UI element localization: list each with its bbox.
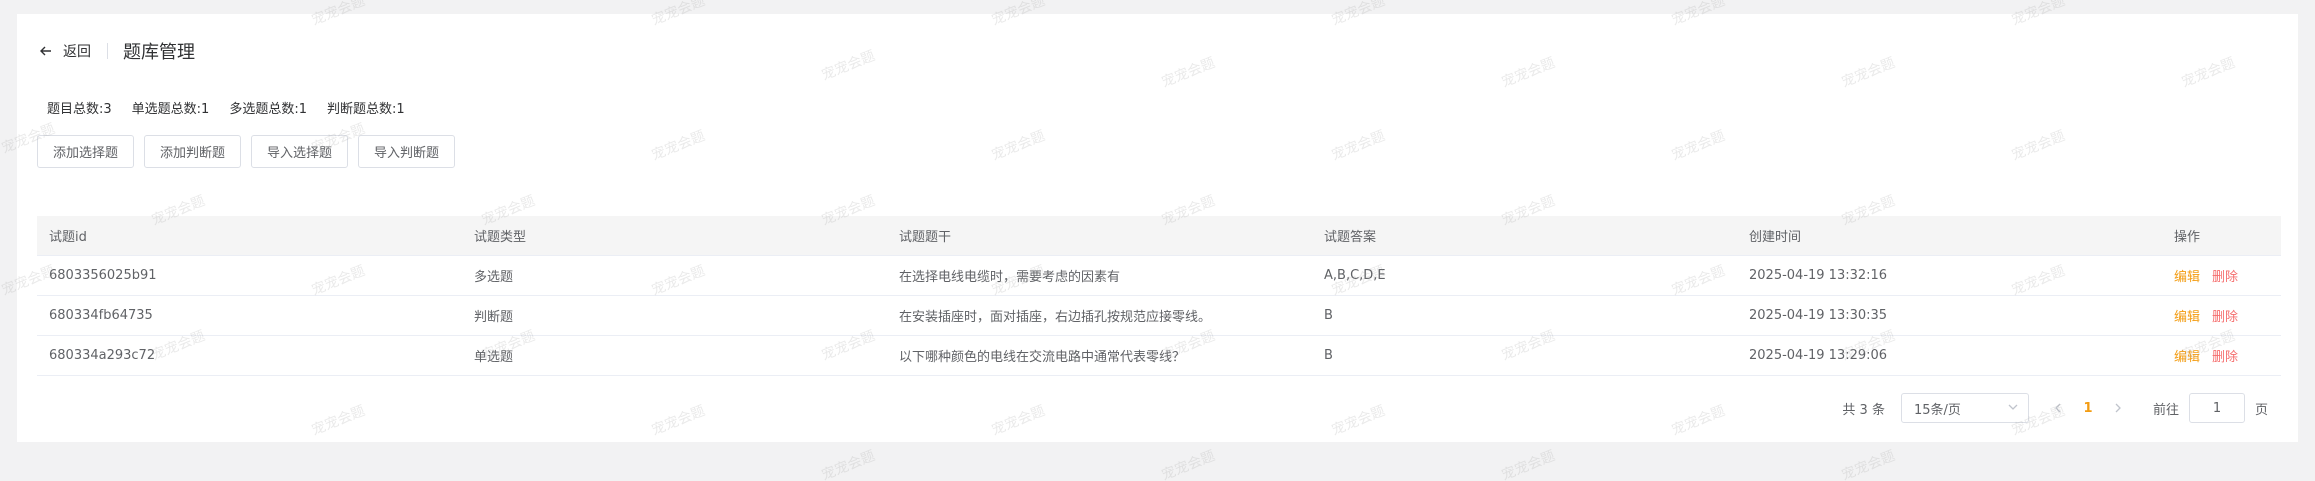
page-header: 返回 题库管理 bbox=[37, 34, 195, 68]
back-button[interactable]: 返回 bbox=[37, 41, 91, 61]
stat-total: 题目总数:3 bbox=[47, 102, 112, 117]
chevron-down-icon bbox=[2008, 401, 2018, 416]
delete-link[interactable]: 删除 bbox=[2212, 270, 2238, 285]
back-label: 返回 bbox=[63, 44, 91, 60]
cell-id: 680334fb64735 bbox=[49, 308, 153, 323]
chevron-left-icon bbox=[2055, 403, 2061, 413]
watermark: 宠宠会题 bbox=[819, 448, 878, 481]
cell-answer: B bbox=[1324, 348, 1333, 363]
stat-multi: 多选题总数:1 bbox=[229, 102, 307, 117]
main-card: 返回 题库管理 题目总数:3 单选题总数:1 多选题总数:1 判断题总数:1 添… bbox=[17, 14, 2298, 442]
chevron-right-icon bbox=[2115, 403, 2121, 413]
cell-type: 多选题 bbox=[474, 270, 514, 285]
goto-suffix: 页 bbox=[2254, 402, 2268, 418]
add-choice-button[interactable]: 添加选择题 bbox=[37, 135, 135, 168]
arrow-left-icon bbox=[37, 42, 55, 60]
column-header: 操作 bbox=[2174, 230, 2201, 245]
pagination-total: 共 3 条 bbox=[1842, 402, 1885, 418]
cell-created: 2025-04-19 13:30:35 bbox=[1749, 308, 1888, 323]
pagination: 共 3 条 15条/页 1 前往 页 bbox=[1842, 392, 2268, 424]
page-size-select[interactable]: 15条/页 bbox=[1900, 393, 2029, 423]
column-header: 创建时间 bbox=[1749, 230, 1802, 245]
cell-type: 判断题 bbox=[474, 310, 514, 325]
question-table: 试题id 试题类型 试题题干 试题答案 创建时间 操作 6803356025b9… bbox=[37, 216, 2281, 376]
cell-stem: 在选择电线电缆时，需要考虑的因素有 bbox=[899, 270, 1121, 285]
cell-actions: 编辑 删除 bbox=[2162, 266, 2281, 285]
cell-answer: A,B,C,D,E bbox=[1324, 268, 1386, 283]
cell-type: 单选题 bbox=[474, 350, 514, 365]
stat-judge: 判断题总数:1 bbox=[326, 102, 405, 117]
table-row: 6803356025b91 多选题 在选择电线电缆时，需要考虑的因素有 A,B,… bbox=[37, 256, 2281, 296]
stat-single: 单选题总数:1 bbox=[131, 102, 210, 117]
page-size-value: 15条/页 bbox=[1913, 402, 1961, 418]
prev-page-button[interactable] bbox=[2043, 393, 2073, 423]
watermark: 宠宠会题 bbox=[1159, 448, 1218, 481]
next-page-button[interactable] bbox=[2103, 393, 2133, 423]
watermark: 宠宠会题 bbox=[1499, 448, 1558, 481]
cell-stem: 在安装插座时，面对插座，右边插孔按规范应接零线。 bbox=[899, 310, 1212, 325]
delete-link[interactable]: 删除 bbox=[2212, 350, 2238, 365]
watermark: 宠宠会题 bbox=[1839, 448, 1898, 481]
delete-link[interactable]: 删除 bbox=[2212, 310, 2238, 325]
page-title: 题库管理 bbox=[123, 42, 195, 63]
cell-created: 2025-04-19 13:32:16 bbox=[1749, 268, 1888, 283]
edit-link[interactable]: 编辑 bbox=[2174, 350, 2200, 365]
header-divider bbox=[107, 43, 108, 59]
cell-stem: 以下哪种颜色的电线在交流电路中通常代表零线？ bbox=[899, 350, 1186, 365]
page-number-current[interactable]: 1 bbox=[2073, 401, 2103, 416]
table-row: 680334a293c72 单选题 以下哪种颜色的电线在交流电路中通常代表零线？… bbox=[37, 336, 2281, 376]
import-choice-button[interactable]: 导入选择题 bbox=[251, 135, 349, 168]
action-buttons: 添加选择题 添加判断题 导入选择题 导入判断题 bbox=[37, 135, 465, 168]
cell-answer: B bbox=[1324, 308, 1333, 323]
cell-id: 6803356025b91 bbox=[49, 268, 157, 283]
column-header: 试题类型 bbox=[474, 230, 527, 245]
column-header: 试题答案 bbox=[1324, 230, 1377, 245]
column-header: 试题题干 bbox=[899, 230, 952, 245]
page-jump: 前往 页 bbox=[2153, 393, 2268, 423]
goto-page-input[interactable] bbox=[2188, 393, 2245, 423]
import-judge-button[interactable]: 导入判断题 bbox=[358, 135, 456, 168]
table-header: 试题id 试题类型 试题题干 试题答案 创建时间 操作 bbox=[37, 216, 2281, 256]
cell-actions: 编辑 删除 bbox=[2162, 306, 2281, 325]
edit-link[interactable]: 编辑 bbox=[2174, 270, 2200, 285]
add-judge-button[interactable]: 添加判断题 bbox=[144, 135, 242, 168]
cell-actions: 编辑 删除 bbox=[2162, 346, 2281, 365]
column-header: 试题id bbox=[49, 230, 87, 245]
edit-link[interactable]: 编辑 bbox=[2174, 310, 2200, 325]
goto-prefix: 前往 bbox=[2152, 402, 2179, 418]
table-row: 680334fb64735 判断题 在安装插座时，面对插座，右边插孔按规范应接零… bbox=[37, 296, 2281, 336]
stats-bar: 题目总数:3 单选题总数:1 多选题总数:1 判断题总数:1 bbox=[47, 98, 425, 117]
cell-id: 680334a293c72 bbox=[49, 348, 156, 363]
cell-created: 2025-04-19 13:29:06 bbox=[1749, 348, 1888, 363]
